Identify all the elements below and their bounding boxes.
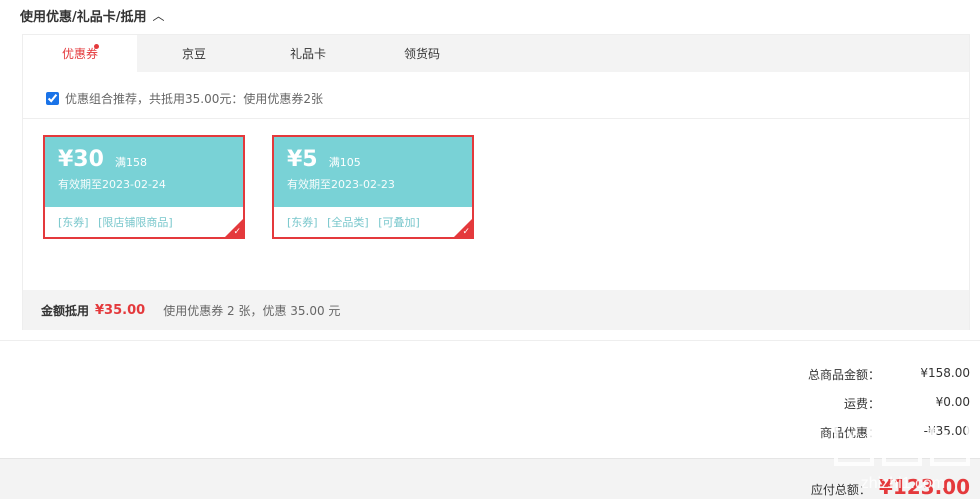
tab-bar: 优惠券 京豆 礼品卡 领货码 [23,35,969,72]
coupon-tag: [东券] [287,216,318,229]
discount-panel: 优惠券 京豆 礼品卡 领货码 优惠组合推荐，共抵用35.00元：使用优惠券2张 … [22,34,970,330]
coupon-card[interactable]: ¥5 满105 有效期至2023-02-23 [东券] [全品类] [可叠加] … [272,135,474,239]
summary-label: 金额抵用 [41,303,90,318]
coupon-tag: [全品类] [327,216,369,229]
tab-gift-card[interactable]: 礼品卡 [251,35,365,72]
divider [23,118,969,119]
notification-dot [94,44,99,49]
section-title: 使用优惠/礼品卡/抵用 [20,9,147,25]
total-row: 总商品金额： ¥158.00 [670,366,970,384]
total-value: ¥0.00 [935,395,970,409]
total-value: ¥158.00 [920,366,970,380]
total-label: 总商品金额： [807,368,880,382]
coupon-expiry: 有效期至2023-02-24 [58,178,166,191]
coupon-tags: [东券] [全品类] [可叠加] [274,207,472,230]
coupon-tag: [可叠加] [378,216,420,229]
combo-text: 优惠组合推荐，共抵用35.00元：使用优惠券2张 [65,92,323,106]
tab-coupons[interactable]: 优惠券 [23,35,137,72]
payable-label: 应付总额： [810,483,871,497]
coupon-condition: 满158 [115,156,148,169]
summary-text: 使用优惠券 2 张，优惠 35.00 元 [163,303,341,318]
coupon-amount: ¥5 [287,147,318,172]
coupon-expiry: 有效期至2023-02-23 [287,178,395,191]
payable-total: 应付总额： ¥123.00 [811,475,970,499]
coupon-card[interactable]: ¥30 满158 有效期至2023-02-24 [东券] [限店铺限商品] ✓ [43,135,245,239]
tab-jingdou[interactable]: 京豆 [137,35,251,72]
summary-value: ¥35.00 [95,302,146,318]
payment-footer: 应付总额： ¥123.00 [0,458,980,499]
total-label: 运费： [843,397,880,411]
coupon-amount: ¥30 [58,147,104,172]
total-label: 商品优惠： [819,426,880,440]
combo-checkbox[interactable] [46,92,59,105]
total-row: 运费： ¥0.00 [670,395,970,413]
total-row: 商品优惠： -¥35.00 [670,424,970,442]
divider [0,340,980,341]
coupon-condition: 满105 [328,156,361,169]
total-value: -¥35.00 [923,424,970,438]
discount-summary: 金额抵用 ¥35.00 使用优惠券 2 张，优惠 35.00 元 [23,290,969,330]
tab-redeem-code[interactable]: 领货码 [365,35,479,72]
check-icon: ✓ [233,227,241,237]
coupon-tag: [限店铺限商品] [98,216,173,229]
payable-amount: ¥123.00 [878,475,970,499]
coupon-tags: [东券] [限店铺限商品] [45,207,243,230]
check-icon: ✓ [462,227,470,237]
chevron-up-icon[interactable]: ︿ [153,7,165,24]
coupon-tag: [东券] [58,216,89,229]
section-header: 使用优惠/礼品卡/抵用 ︿ [20,5,165,25]
combo-recommend[interactable]: 优惠组合推荐，共抵用35.00元：使用优惠券2张 [46,90,323,107]
